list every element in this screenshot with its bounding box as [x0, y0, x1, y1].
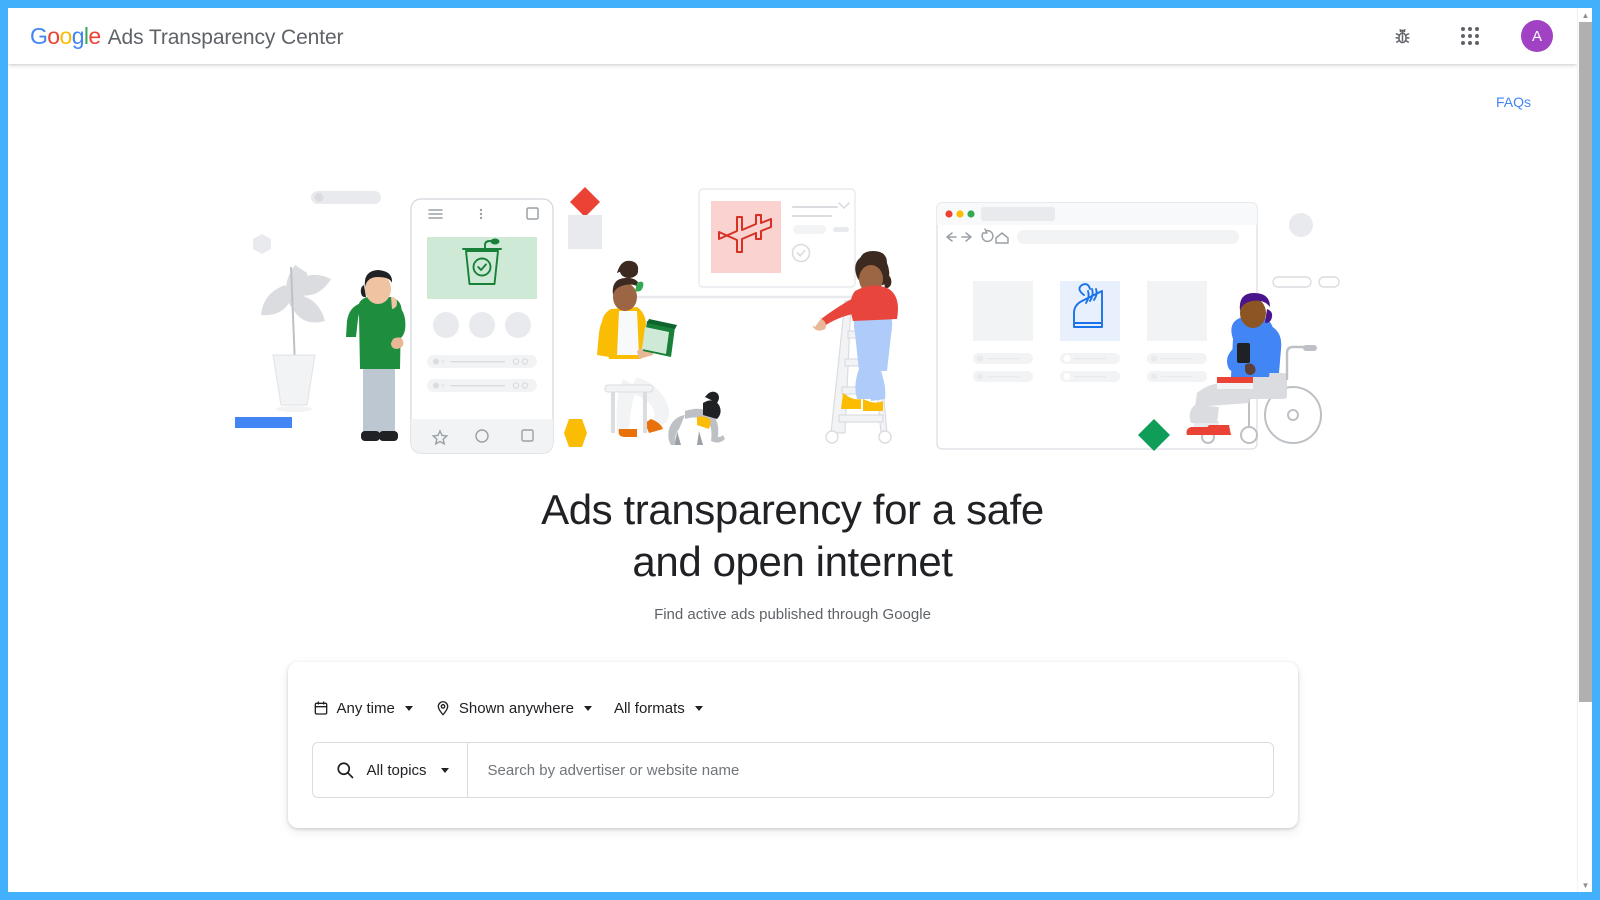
bug-report-icon[interactable]	[1385, 19, 1419, 53]
app-header: Google Ads Transparency Center A	[8, 8, 1577, 64]
google-logo: Google	[30, 22, 101, 49]
scroll-down-arrow[interactable]: ▼	[1578, 878, 1592, 892]
scrollbar-thumb[interactable]	[1579, 22, 1592, 702]
topic-selector[interactable]: All topics	[313, 743, 468, 797]
headline-line-1: Ads transparency for a safe	[541, 486, 1044, 533]
calendar-icon	[313, 700, 329, 716]
google-apps-grid-icon[interactable]	[1453, 19, 1487, 53]
brand-lockup[interactable]: Google Ads Transparency Center	[30, 22, 344, 50]
filter-region-label: Shown anywhere	[458, 699, 574, 717]
scroll-up-arrow[interactable]: ▲	[1578, 8, 1592, 22]
product-title: Ads Transparency Center	[107, 25, 344, 49]
main-content: FAQs Ads transparency for a safe and ope…	[8, 64, 1577, 892]
header-actions: A	[1385, 19, 1557, 53]
chevron-down-icon	[583, 705, 592, 711]
page-scroll-area: Google Ads Transparency Center A FAQs Ad…	[8, 8, 1577, 892]
filter-format[interactable]: All formats	[614, 700, 703, 717]
filter-format-label: All formats	[613, 699, 685, 717]
apps-grid-dots	[1461, 27, 1479, 45]
page-title: Ads transparency for a safe and open int…	[8, 484, 1577, 588]
filter-time[interactable]: Any time	[313, 700, 413, 717]
faqs-link[interactable]: FAQs	[1496, 94, 1531, 110]
hero-illustration	[233, 179, 1353, 479]
chevron-down-icon	[694, 705, 703, 711]
chevron-down-icon	[404, 705, 413, 711]
headline-line-2: and open internet	[632, 538, 953, 585]
chevron-down-icon	[440, 767, 449, 773]
filter-row: Any time Shown anywhere All formats	[312, 684, 1274, 724]
search-input[interactable]	[467, 743, 1273, 797]
page-subtitle: Find active ads published through Google	[654, 606, 931, 623]
vertical-scrollbar[interactable]: ▲ ▼	[1577, 8, 1592, 892]
browser-viewport: Google Ads Transparency Center A FAQs Ad…	[8, 8, 1592, 892]
location-pin-icon	[435, 700, 451, 716]
filter-time-label: Any time	[336, 699, 395, 717]
avatar[interactable]: A	[1521, 20, 1553, 52]
faq-row: FAQs	[1496, 94, 1531, 112]
filter-region[interactable]: Shown anywhere	[435, 700, 592, 717]
search-icon	[335, 760, 355, 780]
search-card: Any time Shown anywhere All formats All …	[287, 662, 1298, 828]
search-row: All topics	[311, 742, 1274, 798]
topic-label: All topics	[366, 761, 427, 779]
